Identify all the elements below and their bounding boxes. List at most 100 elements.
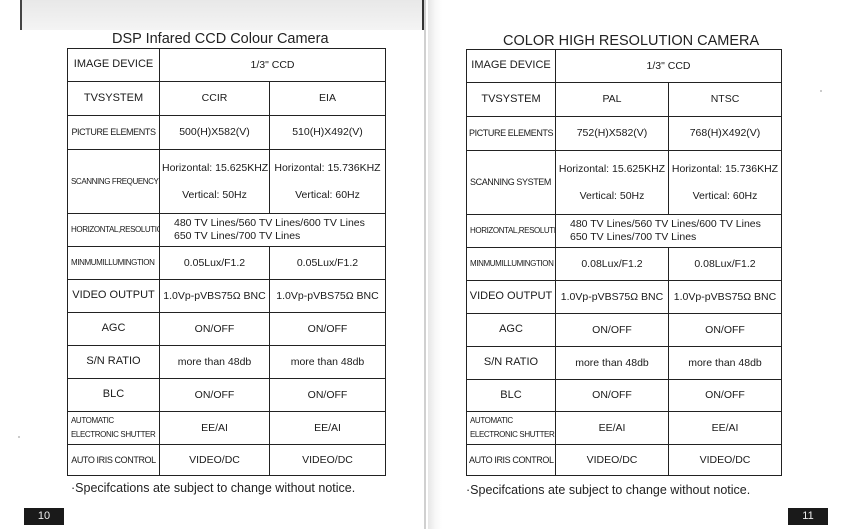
spec-change-notice: ·Specifcations ate subject to change wit… [71, 481, 356, 495]
cell-value: 1.0Vp-pVBS75Ω BNC [159, 279, 270, 313]
cell-value: Horizontal: 15.625KHZ Vertical: 50Hz [555, 150, 669, 215]
table-row: AGC ON/OFF ON/OFF [466, 313, 782, 347]
vertical-freq: Vertical: 50Hz [182, 188, 247, 201]
row-label: TVSYSTEM [67, 81, 160, 116]
cell-value: more than 48db [555, 346, 669, 380]
row-label: SCANNING SYSTEM [466, 150, 556, 215]
row-label: AGC [67, 312, 160, 346]
row-label: VIDEO OUTPUT [466, 280, 556, 314]
cell-value: 1.0Vp-pVBS75Ω BNC [269, 279, 386, 313]
cell-value: VIDEO/DC [555, 444, 669, 476]
cell-value: VIDEO/DC [269, 444, 386, 476]
cell-value: EIA [269, 81, 386, 116]
row-label-line: ELECTRONIC SHUTTER [71, 430, 156, 439]
table-row: VIDEO OUTPUT 1.0Vp-pVBS75Ω BNC 1.0Vp-pVB… [466, 280, 782, 314]
cell-value: ON/OFF [668, 379, 782, 412]
row-label: TVSYSTEM [466, 82, 556, 117]
table-row: AUTOMATIC ELECTRONIC SHUTTER EE/AI EE/AI [466, 411, 782, 445]
row-label: SCANNING FREQUENCY [67, 149, 160, 214]
cell-value: 480 TV Lines/560 TV Lines/600 TV Lines 6… [159, 213, 386, 247]
row-label: MINMUMILLUMINGTION [466, 247, 556, 281]
cell-value: EE/AI [555, 411, 669, 445]
table-row: S/N RATIO more than 48db more than 48db [466, 346, 782, 380]
cell-value: 500(H)X582(V) [159, 115, 270, 150]
table-row: BLC ON/OFF ON/OFF [466, 379, 782, 412]
table-row: BLC ON/OFF ON/OFF [67, 378, 386, 412]
cell-value: Horizontal: 15.736KHZ Vertical: 60Hz [668, 150, 782, 215]
table-row: TVSYSTEM PAL NTSC [466, 82, 782, 117]
resolution-line: 480 TV Lines/560 TV Lines/600 TV Lines [174, 217, 365, 230]
cell-value: 1.0Vp-pVBS75Ω BNC [668, 280, 782, 314]
cell-value: 0.05Lux/F1.2 [269, 246, 386, 280]
cell-value: EE/AI [668, 411, 782, 445]
page-number: 11 [788, 508, 828, 525]
row-label-line: AUTOMATIC [470, 416, 513, 426]
cell-value: 510(H)X492(V) [269, 115, 386, 150]
row-label: S/N RATIO [67, 345, 160, 379]
row-label: AGC [466, 313, 556, 347]
row-label: MINMUMILLUMINGTION [67, 246, 160, 280]
cell-value: 0.08Lux/F1.2 [555, 247, 669, 281]
row-label: PICTURE ELEMENTS [67, 115, 160, 150]
cell-value: 0.05Lux/F1.2 [159, 246, 270, 280]
table-row: AUTO IRIS CONTROL VIDEO/DC VIDEO/DC [67, 444, 386, 476]
left-page-title: DSP Infared CCD Colour Camera [112, 31, 329, 47]
spec-change-notice: ·Specifcations ate subject to change wit… [466, 483, 751, 497]
row-label: AUTO IRIS CONTROL [67, 444, 160, 476]
page-header-band [20, 0, 424, 30]
cell-value: ON/OFF [668, 313, 782, 347]
row-label: BLC [466, 379, 556, 412]
horizontal-freq: Horizontal: 15.625KHZ [558, 162, 666, 175]
book-gutter [428, 0, 442, 529]
cell-value: ON/OFF [159, 312, 270, 346]
vertical-freq: Vertical: 60Hz [692, 189, 758, 202]
vertical-freq: Vertical: 60Hz [295, 188, 360, 201]
table-row: PICTURE ELEMENTS 500(H)X582(V) 510(H)X49… [67, 115, 386, 150]
table-row: AUTOMATIC ELECTRONIC SHUTTER EE/AI EE/AI [67, 411, 386, 445]
row-label: AUTO IRIS CONTROL [466, 444, 556, 476]
row-label: HORIZONTAL,RESOLUTION [67, 213, 160, 247]
table-row: IMAGE DEVICE 1/3" CCD [67, 48, 386, 82]
cell-value: NTSC [668, 82, 782, 117]
table-row: MINMUMILLUMINGTION 0.08Lux/F1.2 0.08Lux/… [466, 247, 782, 281]
vertical-freq: Vertical: 50Hz [579, 189, 645, 202]
table-row: HORIZONTAL,RESOLUTION 480 TV Lines/560 T… [67, 213, 386, 247]
horizontal-freq: Horizontal: 15.736KHZ [671, 162, 779, 175]
resolution-line: 650 TV Lines/700 TV Lines [570, 231, 697, 243]
horizontal-freq: Horizontal: 15.625KHZ [162, 161, 269, 174]
row-label: VIDEO OUTPUT [67, 279, 160, 313]
cell-value: EE/AI [159, 411, 270, 445]
horizontal-freq: Horizontal: 15.736KHZ [274, 161, 381, 174]
page-number: 10 [24, 508, 64, 525]
cell-value: VIDEO/DC [159, 444, 270, 476]
cell-value: more than 48db [668, 346, 782, 380]
cell-value: 480 TV Lines/560 TV Lines/600 TV Lines 6… [555, 214, 782, 248]
row-label: AUTOMATIC ELECTRONIC SHUTTER [67, 411, 160, 445]
resolution-line: 480 TV Lines/560 TV Lines/600 TV Lines [570, 218, 761, 231]
cell-value: ON/OFF [269, 378, 386, 412]
cell-value: CCIR [159, 81, 270, 116]
cell-value: 1/3" CCD [555, 49, 782, 83]
table-row: AUTO IRIS CONTROL VIDEO/DC VIDEO/DC [466, 444, 782, 476]
table-row: S/N RATIO more than 48db more than 48db [67, 345, 386, 379]
speck [820, 90, 822, 92]
table-row: VIDEO OUTPUT 1.0Vp-pVBS75Ω BNC 1.0Vp-pVB… [67, 279, 386, 313]
row-label: HORIZONTAL,RESOLUTION [466, 214, 556, 248]
table-row: AGC ON/OFF ON/OFF [67, 312, 386, 346]
table-row: PICTURE ELEMENTS 752(H)X582(V) 768(H)X49… [466, 116, 782, 151]
cell-value: PAL [555, 82, 669, 117]
right-spec-table: IMAGE DEVICE 1/3" CCD TVSYSTEM PAL NTSC … [466, 49, 782, 476]
cell-value: VIDEO/DC [668, 444, 782, 476]
cell-value: ON/OFF [269, 312, 386, 346]
speck [18, 436, 20, 438]
cell-value: Horizontal: 15.625KHZ Vertical: 50Hz [159, 149, 270, 214]
row-label-line: ELECTRONIC SHUTTER [470, 430, 555, 439]
table-row: MINMUMILLUMINGTION 0.05Lux/F1.2 0.05Lux/… [67, 246, 386, 280]
cell-value: 0.08Lux/F1.2 [668, 247, 782, 281]
table-row: TVSYSTEM CCIR EIA [67, 81, 386, 116]
table-row: SCANNING FREQUENCY Horizontal: 15.625KHZ… [67, 149, 386, 214]
table-row: SCANNING SYSTEM Horizontal: 15.625KHZ Ve… [466, 150, 782, 215]
row-label: IMAGE DEVICE [67, 48, 160, 82]
row-label: AUTOMATIC ELECTRONIC SHUTTER [466, 411, 556, 445]
row-label: IMAGE DEVICE [466, 49, 556, 83]
